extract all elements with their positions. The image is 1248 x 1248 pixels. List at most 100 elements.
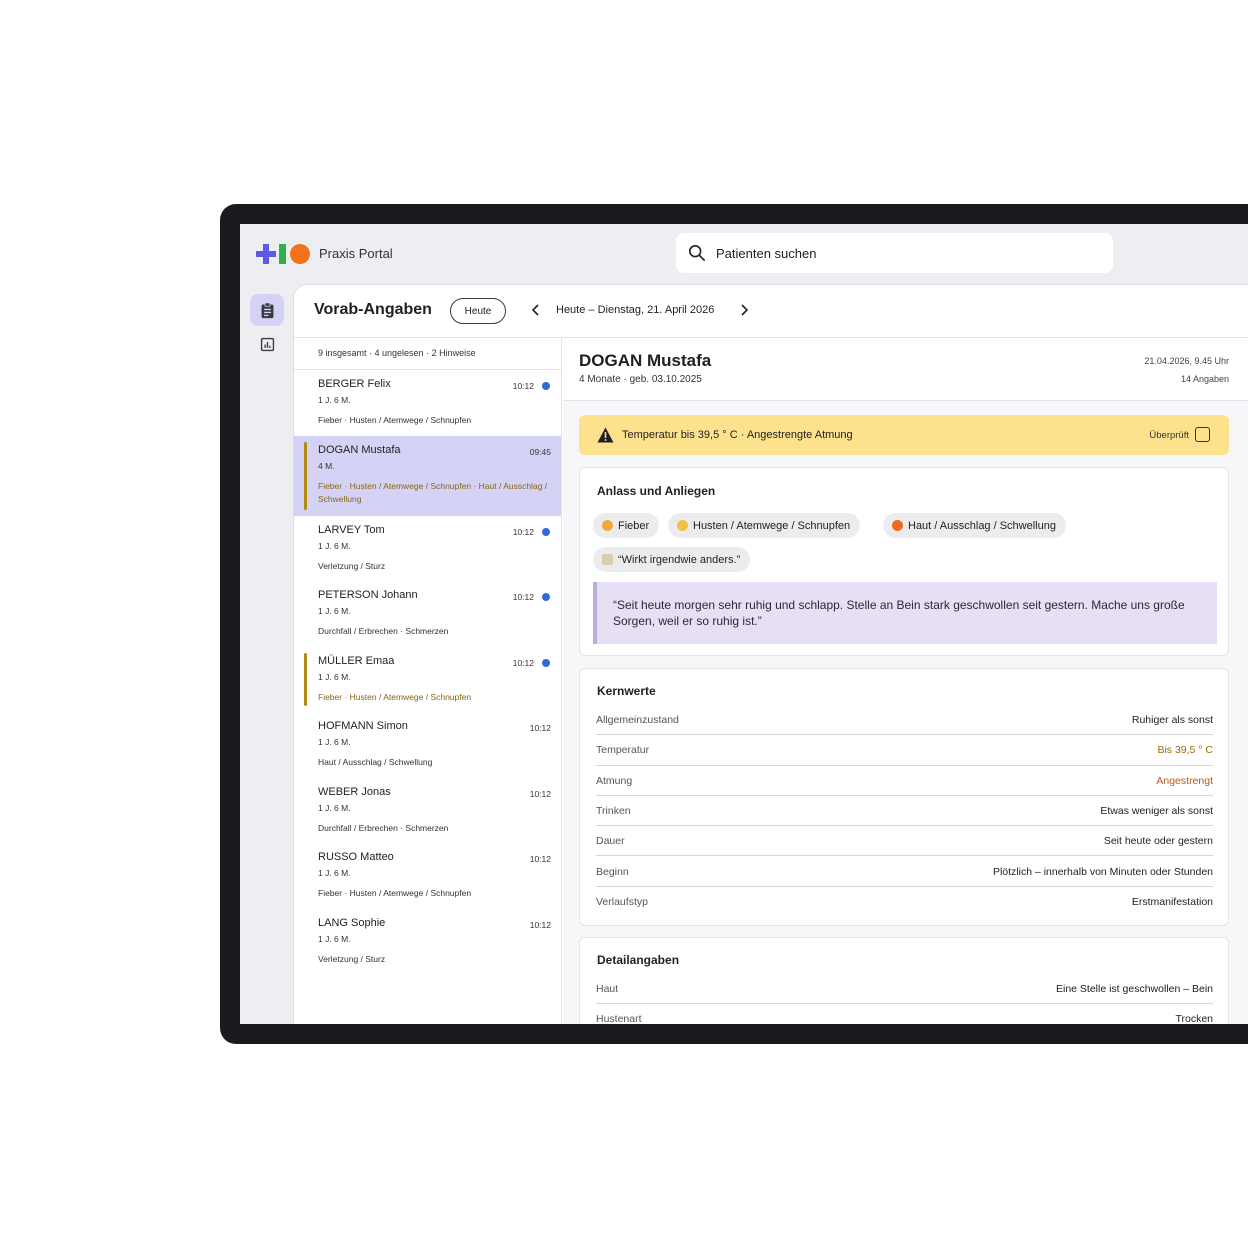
- value-text: Angestrengt: [1156, 774, 1213, 787]
- submission-time: 10:12: [512, 381, 534, 391]
- patient-tags: Verletzung / Sturz: [318, 953, 386, 964]
- list-item[interactable]: RUSSO Matteo 1 J. 6 M. Fieber · Husten / A…: [294, 843, 561, 909]
- chip-cough: Husten / Atemwege / Schnupfen: [668, 513, 861, 538]
- value-text: Plötzlich – innerhalb von Minuten oder S…: [992, 865, 1213, 878]
- reviewed-checkbox[interactable]: [1195, 427, 1210, 442]
- patient-tags: Fieber · Husten / Atemwege / Schnupfen: [318, 415, 472, 425]
- alert-banner: Temperatur bis 39,5 ° C · Angestrengte A…: [579, 415, 1229, 455]
- core-values-card: Kernwerte Allgemeinzustand Ruhiger als so…: [579, 668, 1229, 926]
- value-label: Temperatur: [596, 744, 650, 757]
- list-item[interactable]: LARVEY Tom 1 J. 6 M. Verletzung / Sturz 10:…: [294, 516, 561, 582]
- patient-tags: Haut / Ausschlag / Schwellung: [318, 757, 433, 767]
- chevron-right-icon[interactable]: [737, 303, 751, 317]
- value-row: Verlaufstyp Erstmanifestation: [596, 887, 1213, 917]
- submission-time: 10:12: [529, 788, 551, 799]
- value-label: Allgemeinzustand: [596, 714, 679, 726]
- patient-tags: Fieber · Husten / Atemwege / Schnupfen: [318, 691, 472, 702]
- reason-card: Anlass und Anliegen Fieber Husten / Atem…: [579, 467, 1229, 656]
- answer-count: 14 Angaben: [1180, 374, 1229, 384]
- fever-face-icon: [602, 520, 613, 531]
- search-input[interactable]: [716, 245, 1096, 261]
- app-title: Praxis Portal: [319, 246, 393, 261]
- value-row: Temperatur Bis 39,5 ° C: [596, 735, 1213, 766]
- clipboard-icon: [261, 301, 273, 318]
- main-panel: Vorab-Angaben Heute Heute – Dienstag, 21…: [293, 284, 1248, 1024]
- chip-label: “Wirkt irgendwie anders.”: [618, 553, 741, 566]
- value-text: Trocken: [1175, 1013, 1213, 1024]
- chevron-left-icon[interactable]: [529, 303, 543, 317]
- nav-statistics[interactable]: [250, 328, 284, 360]
- nav-pre-assessments[interactable]: [250, 294, 284, 326]
- value-label: Trinken: [596, 804, 631, 817]
- patient-list: 9 insgesamt · 4 ungelesen · 2 Hinweise B…: [294, 338, 562, 1024]
- value-row: Atmung Angestrengt: [596, 766, 1213, 796]
- patient-name: RUSSO Matteo: [318, 851, 394, 863]
- value-text: Ruhiger als sonst: [1131, 714, 1213, 726]
- patient-tags: Fieber · Husten / Atemwege / Schnupfen ·…: [318, 480, 548, 504]
- submission-time: 10:12: [529, 854, 551, 864]
- submission-time: 10:12: [529, 723, 551, 733]
- patient-age: 1 J. 6 M.: [318, 802, 351, 813]
- reviewed-label: Überprüft: [1149, 430, 1189, 441]
- chip-free-text: “Wirkt irgendwie anders.”: [593, 547, 751, 572]
- warning-icon: [597, 427, 614, 443]
- patient-age: 1 J. 6 M.: [318, 606, 351, 616]
- value-row: Allgemeinzustand Ruhiger als sonst: [596, 705, 1213, 736]
- value-row: Trinken Etwas weniger als sonst: [596, 796, 1213, 827]
- list-summary: 9 insgesamt · 4 ungelesen · 2 Hinweise: [294, 338, 561, 370]
- value-row: Dauer Seit heute oder gestern: [596, 826, 1213, 857]
- search-icon: [688, 244, 706, 262]
- patient-age: 1 J. 6 M.: [318, 540, 351, 551]
- patient-tags: Verletzung / Sturz: [318, 560, 386, 571]
- chip-label: Fieber: [618, 519, 650, 532]
- sneeze-face-icon: [677, 520, 688, 531]
- value-row: Beginn Plötzlich – innerhalb von Minuten …: [596, 857, 1213, 887]
- parent-quote: “Seit heute morgen sehr ruhig und schlap…: [593, 582, 1217, 644]
- patient-age: 1 J. 6 M.: [318, 933, 351, 944]
- list-item[interactable]: HOFMANN Simon 1 J. 6 M. Haut / Ausschlag /…: [294, 712, 561, 778]
- unread-dot: [542, 527, 550, 536]
- patient-search[interactable]: [676, 233, 1113, 273]
- list-item[interactable]: DOGAN Mustafa 4 M. Fieber · Husten / Atemw…: [294, 435, 561, 516]
- date-label: Heute – Dienstag, 21. April 2026: [556, 304, 715, 316]
- note-icon: [602, 554, 613, 565]
- list-item[interactable]: MÜLLER Emaa 1 J. 6 M. Fieber · Husten / At…: [294, 647, 561, 713]
- today-button[interactable]: Heute: [450, 298, 506, 324]
- chip-label: Haut / Ausschlag / Schwellung: [908, 519, 1056, 532]
- value-label: Hustenart: [596, 1013, 642, 1024]
- submission-time: 09:45: [529, 446, 551, 457]
- page-header: Vorab-Angaben Heute Heute – Dienstag, 21…: [294, 285, 1248, 338]
- patient-age-birthdate: 4 Monate · geb. 03.10.2025: [579, 374, 702, 385]
- patient-name: WEBER Jonas: [318, 785, 391, 798]
- patient-age: 1 J. 6 M.: [318, 671, 351, 682]
- submission-time: 10:12: [512, 657, 534, 668]
- list-item[interactable]: PETERSON Johann 1 J. 6 M. Durchfall / Erbr…: [294, 581, 561, 647]
- logo: [256, 244, 310, 264]
- core-values-title: Kernwerte: [597, 684, 656, 698]
- value-text: Etwas weniger als sonst: [1100, 804, 1213, 817]
- value-text: Seit heute oder gestern: [1103, 835, 1213, 848]
- value-label: Haut: [596, 983, 619, 995]
- list-item[interactable]: WEBER Jonas 1 J. 6 M. Durchfall / Erbreche…: [294, 778, 561, 844]
- patient-tags: Durchfall / Erbrechen · Schmerzen: [318, 822, 449, 833]
- unread-dot: [542, 658, 550, 667]
- unread-dot: [542, 593, 550, 601]
- patient-name: HOFMANN Simon: [318, 720, 408, 732]
- value-text: Bis 39,5 ° C: [1157, 744, 1213, 757]
- submission-time: 10:12: [529, 919, 551, 930]
- patient-tags: Durchfall / Erbrechen · Schmerzen: [318, 626, 449, 636]
- submission-date: 21.04.2026, 9.45 Uhr: [1144, 356, 1229, 366]
- value-row: Haut Eine Stelle ist geschwollen – Bein: [596, 974, 1213, 1005]
- unread-dot: [542, 382, 550, 390]
- value-label: Dauer: [596, 835, 625, 848]
- details-card: Detailangaben Haut Eine Stelle ist geschw…: [579, 937, 1229, 1024]
- patient-age: 4 M.: [318, 460, 335, 471]
- alert-flag: [304, 441, 307, 510]
- list-item[interactable]: BERGER Felix 1 J. 6 M. Fieber · Husten / A…: [294, 370, 561, 436]
- chip-fever: Fieber: [593, 513, 660, 538]
- value-label: Verlaufstyp: [596, 895, 648, 908]
- patient-tags: Fieber · Husten / Atemwege / Schnupfen: [318, 888, 472, 898]
- submission-time: 10:12: [512, 526, 534, 537]
- list-item[interactable]: LANG Sophie 1 J. 6 M. Verletzung / Sturz 10…: [294, 909, 561, 975]
- details-title: Detailangaben: [597, 953, 680, 967]
